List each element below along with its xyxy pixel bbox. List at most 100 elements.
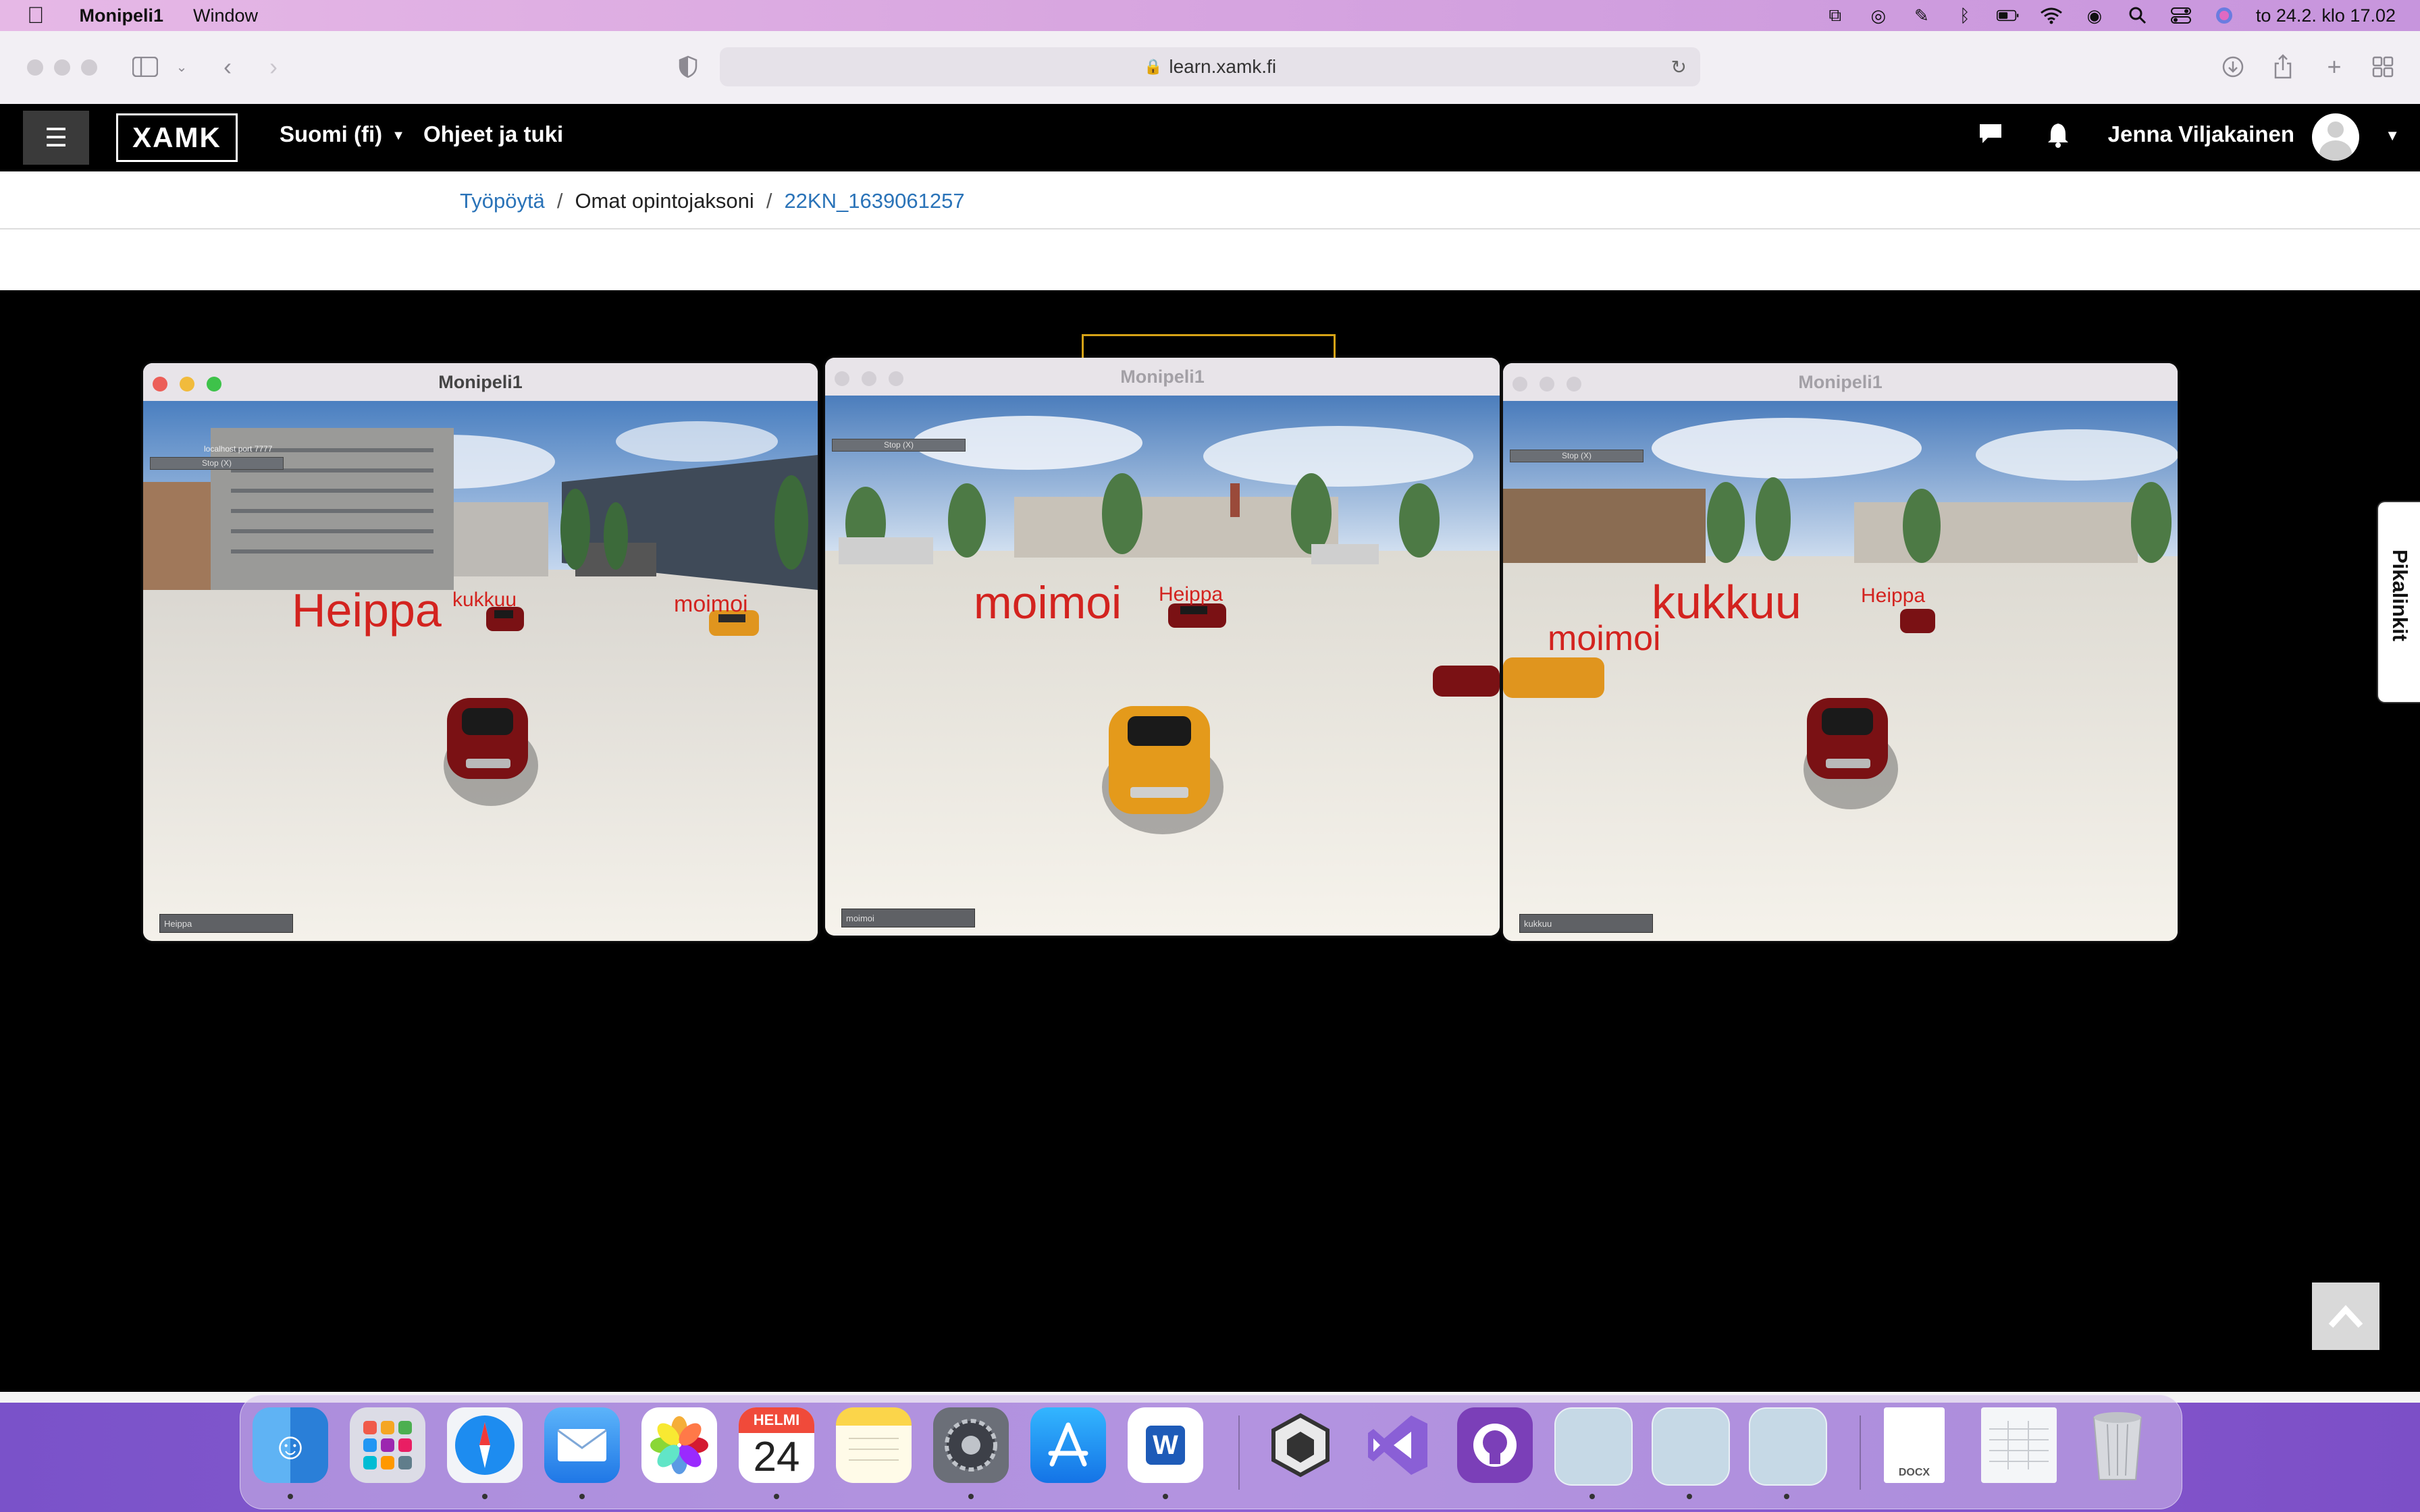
video-position-marker <box>1082 334 1336 358</box>
game-window-2[interactable]: Monipeli1 Stop (X) moimoi Heippa moimoi <box>825 358 1500 936</box>
calendar-icon[interactable]: HELMI 24 <box>739 1407 814 1483</box>
breadcrumb-my-courses[interactable]: Omat opintojaksoni <box>575 189 754 213</box>
new-tab-icon[interactable]: + <box>2317 51 2351 82</box>
launchpad-icon[interactable] <box>350 1407 425 1483</box>
notes-icon[interactable] <box>836 1407 912 1483</box>
forward-icon[interactable]: › <box>257 51 290 82</box>
unity-window-1-icon[interactable] <box>1554 1407 1633 1486</box>
apple-menu-icon[interactable]:  <box>27 3 45 29</box>
game-scene <box>825 396 1500 936</box>
close-button[interactable] <box>835 371 849 386</box>
user-name[interactable]: Jenna Viljakainen <box>2108 122 2294 147</box>
breadcrumb-course[interactable]: 22KN_1639061257 <box>784 189 964 213</box>
red-car-remote <box>1168 603 1226 628</box>
back-to-top-button[interactable] <box>2312 1282 2379 1350</box>
privacy-shield-icon[interactable] <box>671 51 705 82</box>
game-viewport[interactable]: Stop (X) kukkuu moimoi Heippa kukkuu <box>1503 401 2178 941</box>
dock: ☺ HELMI 24 W DOCX <box>240 1395 2182 1509</box>
close-button[interactable] <box>1512 377 1527 392</box>
window-minimize-button[interactable] <box>54 59 70 76</box>
system-preferences-icon[interactable] <box>933 1407 1009 1483</box>
user-icon[interactable]: ◉ <box>2083 5 2106 26</box>
photos-icon[interactable] <box>641 1407 717 1483</box>
red-car-remote <box>1433 666 1500 697</box>
chevron-up-icon <box>2328 1305 2363 1328</box>
chevron-down-icon[interactable]: ⌄ <box>165 51 199 82</box>
minimize-button[interactable] <box>180 377 194 392</box>
safari-icon[interactable] <box>447 1407 523 1483</box>
close-button[interactable] <box>153 377 167 392</box>
language-menu[interactable]: Suomi (fi) ▼ <box>280 122 405 147</box>
battery-icon[interactable] <box>1996 5 2020 26</box>
share-icon[interactable] <box>2266 51 2300 82</box>
tool-icon[interactable]: ✎ <box>1910 5 1933 26</box>
game-viewport[interactable]: Stop (X) moimoi Heippa moimoi <box>825 396 1500 936</box>
window-title: Monipeli1 <box>1503 363 2178 401</box>
avatar[interactable] <box>2312 113 2359 161</box>
menu-window[interactable]: Window <box>193 5 258 26</box>
trash-icon[interactable] <box>2080 1407 2155 1483</box>
zoom-button[interactable] <box>207 377 221 392</box>
player-label: Heippa <box>1159 583 1224 605</box>
minimize-button[interactable] <box>862 371 876 386</box>
game-scene <box>1503 401 2178 941</box>
stop-button[interactable]: Stop (X) <box>832 439 966 452</box>
browser-toolbar: ⌄ ‹ › 🔒 learn.xamk.fi ↻ + <box>0 31 2420 105</box>
hamburger-icon: ☰ <box>44 124 68 153</box>
reload-icon[interactable]: ↻ <box>1671 56 1687 78</box>
creative-cloud-icon[interactable]: ◎ <box>1867 5 1890 26</box>
back-icon[interactable]: ‹ <box>211 51 244 82</box>
address-bar[interactable]: 🔒 learn.xamk.fi ↻ <box>720 47 1700 86</box>
connection-status: localhost port 7777 <box>204 444 273 454</box>
mail-icon[interactable] <box>544 1407 620 1483</box>
window-close-button[interactable] <box>27 59 43 76</box>
xamk-logo[interactable]: XAMK <box>116 113 238 162</box>
chat-input[interactable]: kukkuu <box>1519 914 1653 933</box>
red-car-player <box>447 698 528 779</box>
help-link[interactable]: Ohjeet ja tuki <box>423 122 563 147</box>
game-window-3[interactable]: Monipeli1 Stop (X) kukkuu moimoi Heippa … <box>1503 363 2178 941</box>
siri-icon[interactable] <box>2213 5 2236 26</box>
unity-icon[interactable] <box>1263 1407 1338 1483</box>
control-center-icon[interactable] <box>2169 5 2192 26</box>
player-label: moimoi <box>974 577 1122 628</box>
word-icon[interactable]: W <box>1128 1407 1203 1483</box>
breadcrumb: Työpöytä / Omat opintojaksoni/22KN_1639061… <box>460 189 965 213</box>
messages-icon[interactable] <box>1977 122 2004 152</box>
spotlight-search-icon[interactable] <box>2126 5 2149 26</box>
downloads-icon[interactable] <box>2216 51 2250 82</box>
docx-document-icon[interactable]: DOCX <box>1884 1407 1945 1483</box>
chat-input[interactable]: Heippa <box>159 914 293 933</box>
tab-overview-icon[interactable] <box>2366 51 2400 82</box>
stop-button[interactable]: Stop (X) <box>1510 450 1643 462</box>
zoom-button[interactable] <box>889 371 903 386</box>
app-store-icon[interactable] <box>1030 1407 1106 1483</box>
zoom-button[interactable] <box>1567 377 1581 392</box>
airplay-icon[interactable]: ⧉ <box>1824 5 1847 26</box>
breadcrumb-dashboard[interactable]: Työpöytä <box>460 189 545 213</box>
game-viewport[interactable]: Stop (X) localhost port 7777 Heippa kukk… <box>143 401 818 941</box>
visual-studio-icon[interactable] <box>1360 1407 1436 1483</box>
bluetooth-icon[interactable]: ᛒ <box>1953 5 1976 26</box>
lock-icon: 🔒 <box>1143 58 1163 75</box>
finder-icon[interactable]: ☺ <box>253 1407 328 1483</box>
window-zoom-button[interactable] <box>81 59 97 76</box>
user-menu-caret-icon[interactable]: ▼ <box>2385 127 2400 144</box>
player-label: moimoi <box>1548 619 1661 658</box>
github-desktop-icon[interactable] <box>1457 1407 1533 1483</box>
sidebar-toggle-icon[interactable] <box>128 51 162 82</box>
unity-window-2-icon[interactable] <box>1652 1407 1730 1486</box>
game-window-1[interactable]: Monipeli1 Stop (X) localhost port 7777 H… <box>143 363 818 941</box>
stop-button[interactable]: Stop (X) <box>150 457 284 470</box>
minimize-button[interactable] <box>1540 377 1554 392</box>
quick-links-tab[interactable]: Pikalinkit <box>2377 501 2420 703</box>
menu-app-name[interactable]: Monipeli1 <box>80 5 164 26</box>
site-navbar: ☰ XAMK Suomi (fi) ▼ Ohjeet ja tuki Jenna … <box>0 104 2420 171</box>
clock[interactable]: to 24.2. klo 17.02 <box>2256 5 2396 26</box>
hamburger-menu-button[interactable]: ☰ <box>23 111 89 165</box>
wifi-icon[interactable] <box>2040 5 2063 26</box>
notifications-bell-icon[interactable] <box>2046 122 2070 152</box>
spreadsheet-icon[interactable] <box>1981 1407 2057 1483</box>
chat-input[interactable]: moimoi <box>841 909 975 927</box>
unity-window-3-icon[interactable] <box>1749 1407 1827 1486</box>
